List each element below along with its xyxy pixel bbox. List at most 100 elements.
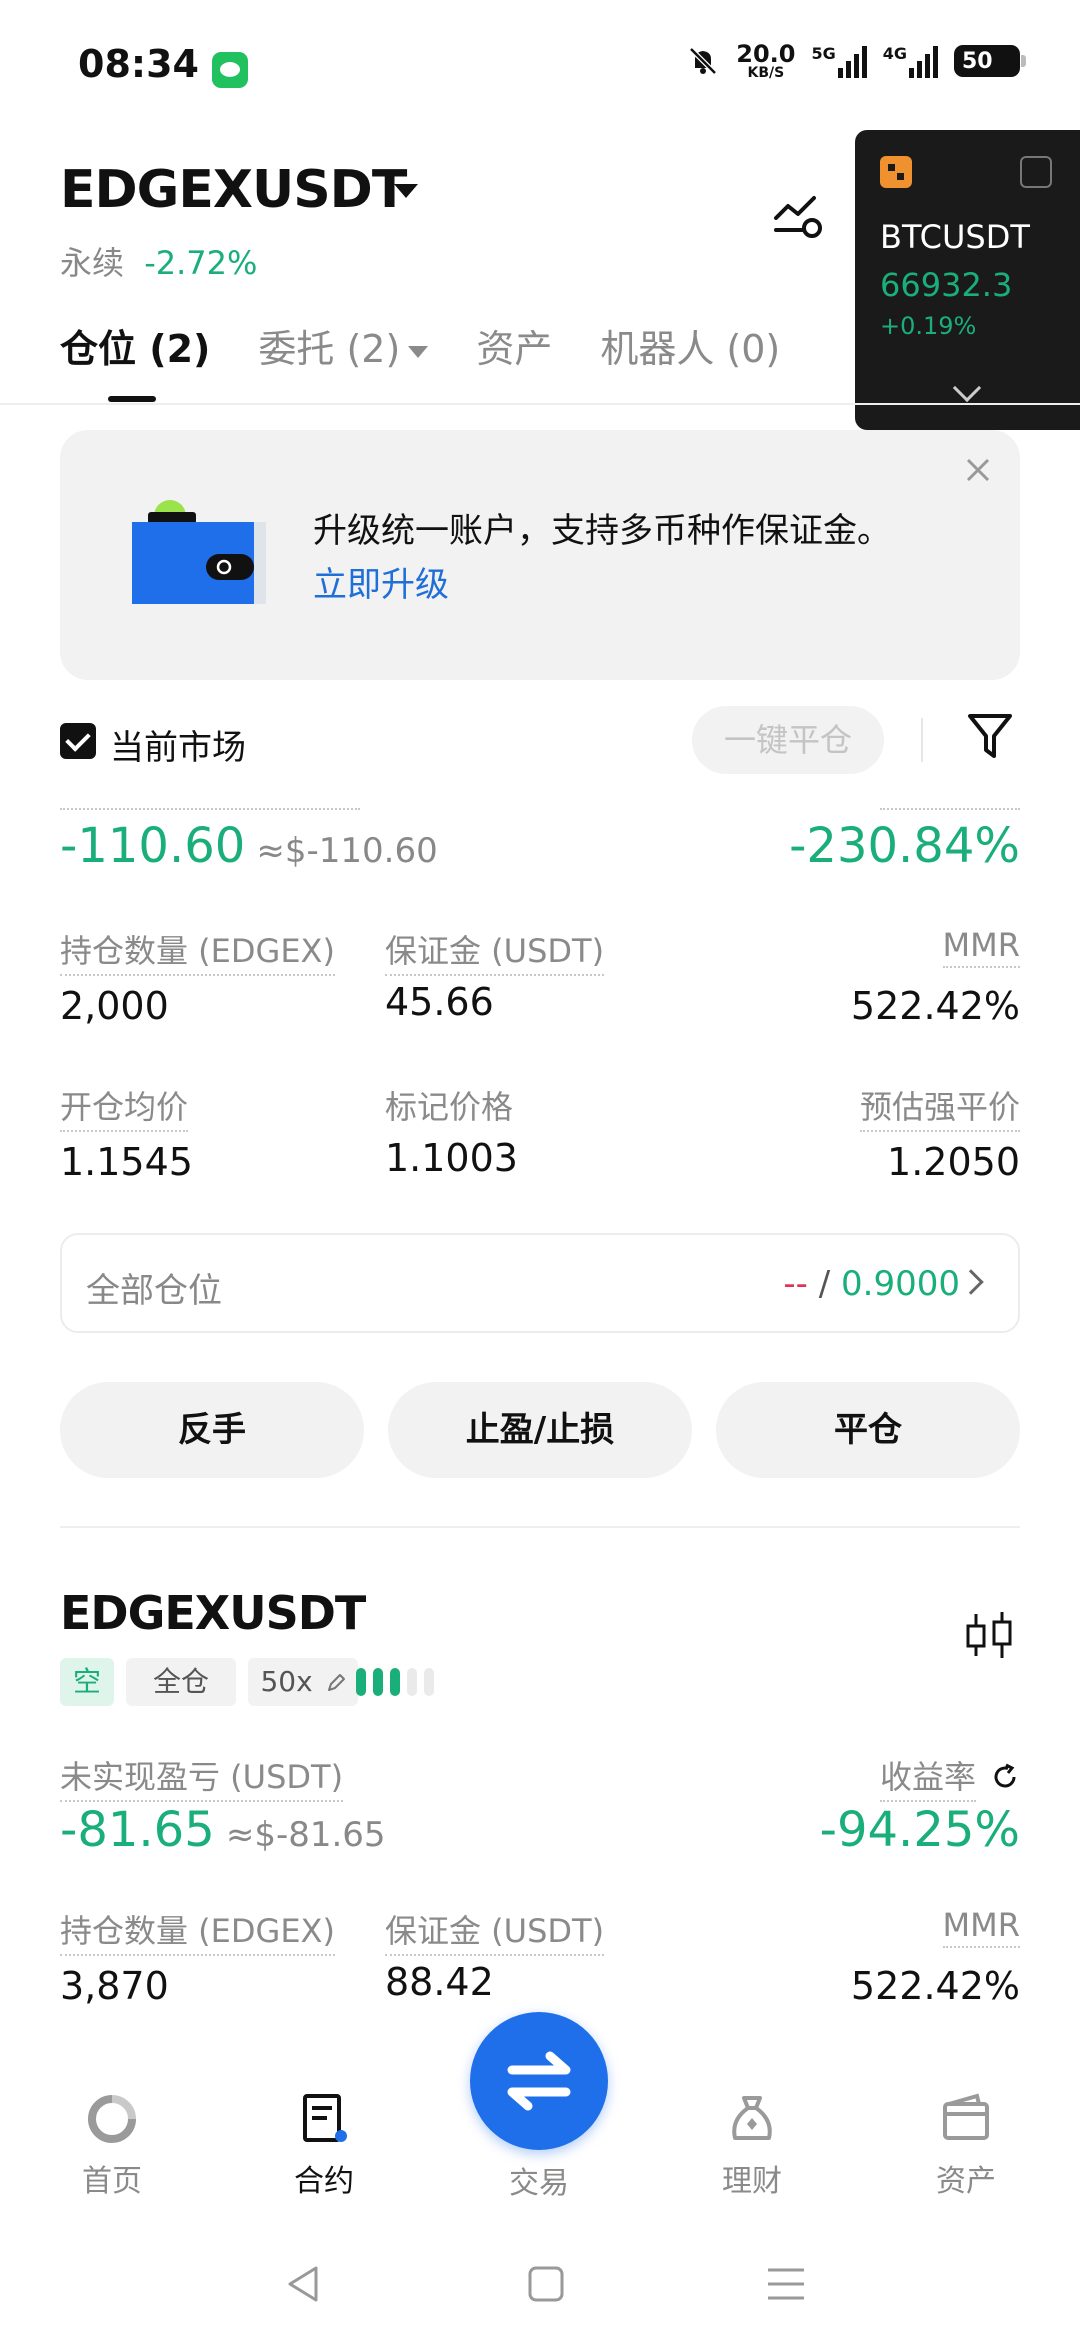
symbol-dropdown-caret-icon[interactable]: [394, 184, 418, 198]
shrink-window-icon[interactable]: [1020, 156, 1052, 188]
p2-roi-header: 收益率: [879, 1752, 1020, 1802]
trade-button[interactable]: [470, 2012, 608, 2150]
tab-orders-caret-icon: [408, 345, 429, 358]
current-market-checkbox[interactable]: [60, 723, 96, 759]
nav-earn-label: 理财: [722, 2164, 782, 2199]
tab-bots[interactable]: 机器人 (0): [600, 318, 780, 373]
risk-bar: [390, 1668, 400, 1696]
close-position-button[interactable]: 平仓: [716, 1382, 1020, 1478]
tab-positions[interactable]: 仓位 (2): [60, 318, 210, 373]
p2-unrealized-pnl: -81.65: [60, 1802, 215, 1858]
p1-mark-label: 标记价格: [385, 1088, 514, 1126]
tab-divider: [0, 403, 1080, 405]
current-market-label[interactable]: 当前市场: [110, 720, 246, 769]
tp-sl-button[interactable]: 止盈/止损: [388, 1382, 692, 1478]
sim2-signal-icon: 4G: [883, 44, 938, 78]
p1-pnl-row: -110.60 ≈$-110.60: [60, 818, 438, 874]
status-time: 08:34: [78, 42, 199, 86]
p2-margin-label[interactable]: 保证金 (USDT): [385, 1906, 605, 1956]
nav-earn[interactable]: 理财: [682, 2092, 822, 2200]
p2-roi: -94.25%: [819, 1802, 1020, 1858]
wechat-notification-icon: [212, 52, 248, 88]
p1-qty-label[interactable]: 持仓数量 (EDGEX): [60, 926, 335, 976]
sim1-type: 5G: [811, 44, 836, 63]
sim1-signal-icon: 5G: [811, 44, 867, 78]
share-arrow-icon[interactable]: [990, 1762, 1020, 1792]
symbol-selector[interactable]: EDGEXUSDT: [60, 160, 407, 220]
banner-message: 升级统一账户，支持多币种作保证金。: [313, 511, 891, 551]
tab-orders-label: 委托 (2): [258, 327, 401, 371]
nav-futures[interactable]: 合约: [254, 2092, 394, 2200]
p2-symbol[interactable]: EDGEXUSDT: [60, 1586, 366, 1640]
system-home-icon[interactable]: [524, 2262, 568, 2306]
scrolled-labels: [60, 788, 1020, 810]
p1-margin: 45.66: [385, 980, 494, 1024]
all-positions-label: 全部仓位: [86, 1271, 222, 1311]
p2-pnl-row: -81.65 ≈$-81.65: [60, 1802, 386, 1858]
p1-mmr-label[interactable]: MMR: [942, 926, 1020, 968]
chart-trend-icon[interactable]: [770, 188, 826, 244]
margin-mode-tag[interactable]: 全仓: [126, 1658, 236, 1706]
earn-bag-icon: [732, 2096, 772, 2140]
risk-bar: [373, 1668, 383, 1696]
nav-trade-label[interactable]: 交易: [470, 2158, 608, 2202]
net-speed-unit: KB/S: [747, 65, 785, 81]
p2-roi-label[interactable]: 收益率: [879, 1752, 976, 1802]
home-icon: [88, 2095, 136, 2143]
candlestick-chart-icon[interactable]: [964, 1608, 1014, 1662]
p1-mmr: 522.42%: [850, 984, 1020, 1028]
all-positions-sep: /: [807, 1264, 842, 1304]
tab-orders[interactable]: 委托 (2): [258, 318, 429, 373]
p2-qty-label[interactable]: 持仓数量 (EDGEX): [60, 1906, 335, 1956]
net-speed: 20.0 KB/S: [736, 42, 795, 80]
system-menu-icon[interactable]: [764, 2262, 808, 2306]
p1-unrealized-pnl: -110.60: [60, 818, 246, 874]
wallet-icon: [943, 2093, 989, 2140]
swap-arrows-icon: [507, 2051, 571, 2111]
risk-level-indicator: [356, 1668, 434, 1696]
p1-entry: 1.1545: [60, 1140, 193, 1184]
battery-icon: 50: [954, 45, 1026, 77]
contract-type: 永续: [60, 244, 125, 282]
filter-icon[interactable]: [966, 710, 1014, 762]
risk-bar: [424, 1668, 434, 1696]
section-divider: [60, 1526, 1020, 1528]
p2-margin: 88.42: [385, 1960, 494, 2004]
system-back-icon[interactable]: [282, 2262, 326, 2306]
p1-qty: 2,000: [60, 984, 169, 1028]
p2-pnl-approx: ≈$-81.65: [225, 1815, 386, 1855]
p1-liq-label[interactable]: 预估强平价: [859, 1082, 1020, 1132]
edit-pencil-icon: [327, 1674, 345, 1691]
tab-assets[interactable]: 资产: [476, 318, 552, 373]
floating-price: 66932.3: [880, 266, 1013, 304]
p1-margin-label[interactable]: 保证金 (USDT): [385, 926, 605, 976]
nav-futures-label: 合约: [294, 2164, 354, 2199]
p1-liq: 1.2050: [887, 1140, 1020, 1184]
all-positions-value-group: -- / 0.9000: [783, 1264, 960, 1304]
p2-mmr-label[interactable]: MMR: [942, 1906, 1020, 1948]
nav-home[interactable]: 首页: [42, 2092, 182, 2200]
risk-bar: [356, 1668, 366, 1696]
active-tab-indicator: [108, 396, 156, 402]
nav-assets-label: 资产: [936, 2164, 996, 2199]
reverse-button[interactable]: 反手: [60, 1382, 364, 1478]
p1-pnl-approx: ≈$-110.60: [256, 831, 438, 871]
futures-document-icon: [303, 2094, 347, 2142]
all-positions-dash: --: [783, 1264, 808, 1304]
price-change: -2.72%: [144, 244, 258, 282]
side-tag: 空: [60, 1658, 114, 1706]
leverage-value: 50x: [260, 1665, 313, 1698]
upgrade-link[interactable]: 立即升级: [313, 557, 449, 606]
leverage-tag[interactable]: 50x: [248, 1658, 358, 1706]
p2-pnl-label[interactable]: 未实现盈亏 (USDT): [60, 1752, 344, 1802]
nav-assets[interactable]: 资产: [896, 2092, 1036, 2200]
floating-change: +0.19%: [880, 312, 977, 340]
exchange-logo-icon: [880, 156, 912, 188]
p1-roi: -230.84%: [789, 818, 1020, 874]
p1-entry-label[interactable]: 开仓均价: [60, 1082, 189, 1132]
position-tabs: 仓位 (2) 委托 (2) 资产 机器人 (0): [60, 318, 828, 373]
p2-qty: 3,870: [60, 1964, 169, 2008]
battery-level: 50: [962, 48, 993, 74]
close-icon[interactable]: [962, 454, 994, 486]
close-all-button[interactable]: 一键平仓: [692, 706, 884, 774]
